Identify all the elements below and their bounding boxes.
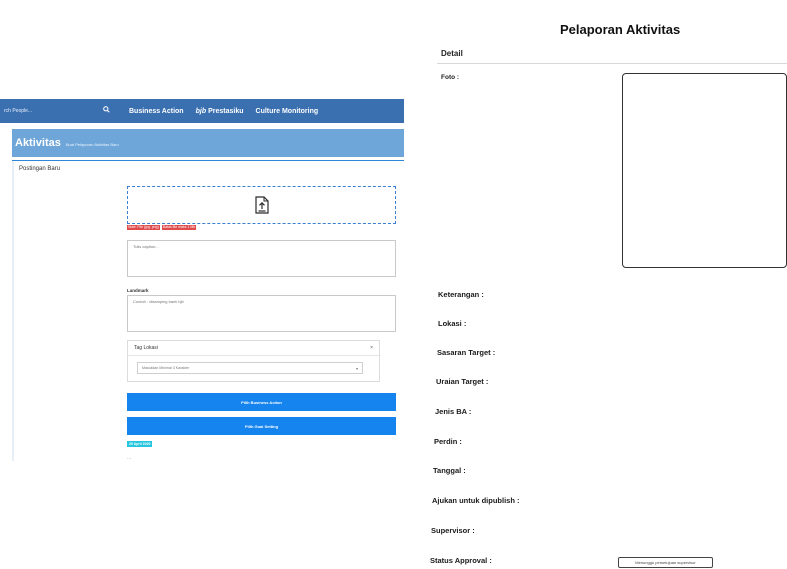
chevron-down-icon: ▾: [355, 365, 358, 371]
nav-business-action[interactable]: Business Action: [129, 108, 184, 115]
choose-business-action-button[interactable]: Pilih Business Action: [127, 393, 396, 411]
photo-preview: [622, 73, 787, 268]
top-navbar: Business Action bjbPrestasiku Culture Mo…: [0, 99, 404, 123]
choose-goal-setting-button[interactable]: Pilih Goal Setting: [127, 417, 396, 435]
landmark-field[interactable]: [127, 295, 396, 332]
file-warning: Note: File (jpg, png) Batas file maks 1 …: [127, 225, 197, 230]
field-lokasi: Lokasi :: [438, 319, 467, 328]
report-title: Pelaporan Aktivitas: [560, 22, 681, 37]
side-strip: [12, 161, 14, 461]
close-icon[interactable]: ×: [370, 345, 373, 351]
detail-label: Detail: [441, 48, 463, 58]
upload-file-icon: [254, 196, 269, 214]
detail-header: Detail: [437, 43, 787, 64]
landmark-input[interactable]: [133, 299, 390, 328]
field-uraian-target: Uraian Target :: [436, 377, 489, 386]
left-form-panel: Business Action bjbPrestasiku Culture Mo…: [0, 0, 412, 569]
field-keterangan: Keterangan :: [438, 290, 484, 299]
more-dots: ...: [127, 455, 132, 461]
nav-prestasiku-label: Prestasiku: [208, 107, 244, 115]
field-status-approval: Status Approval :: [430, 556, 492, 565]
date-badge: 20 April 2020: [127, 441, 153, 447]
status-badge-text: Menunggu persetujuan supervisor: [635, 560, 696, 565]
tag-location-title: Tag Lokasi: [134, 345, 158, 351]
page-title: Aktivitas: [15, 137, 61, 149]
photo-upload-dropzone[interactable]: [127, 186, 396, 224]
search-input[interactable]: [2, 107, 96, 115]
location-select-value: Masukkan Minimal 3 Karakter: [142, 366, 190, 370]
field-supervisor: Supervisor :: [431, 526, 475, 535]
page-header: Aktivitas Buat Pelaporan Aktivitas Baru: [12, 129, 404, 157]
caption-input[interactable]: [133, 244, 390, 273]
field-foto: Foto :: [441, 74, 460, 81]
caption-field[interactable]: [127, 240, 396, 277]
new-post-label: Postingan Baru: [19, 166, 61, 172]
field-perdin: Perdin :: [434, 437, 462, 446]
page-subtitle: Buat Pelaporan Aktivitas Baru: [65, 142, 119, 147]
landmark-label: Landmark: [127, 288, 149, 293]
status-badge: Menunggu persetujuan supervisor: [618, 557, 713, 568]
search-area: [0, 99, 115, 123]
nav-prestasiku[interactable]: bjb Prestasiku: [196, 108, 244, 115]
file-size-warning: Batas file maks 1 Mb: [161, 225, 197, 230]
field-ajukan-publish: Ajukan untuk dipublish :: [432, 496, 520, 505]
tag-location-header: Tag Lokasi ×: [128, 341, 379, 356]
location-select[interactable]: Masukkan Minimal 3 Karakter ▾: [137, 362, 363, 374]
tag-location-card: Tag Lokasi × Masukkan Minimal 3 Karakter…: [127, 340, 380, 382]
search-icon[interactable]: [103, 106, 110, 115]
file-type-warning: Note: File (jpg, png): [127, 225, 160, 230]
nav-culture-monitoring[interactable]: Culture Monitoring: [256, 108, 319, 115]
field-tanggal: Tanggal :: [433, 466, 466, 475]
field-sasaran-target: Sasaran Target :: [437, 348, 496, 357]
header-divider: [12, 160, 404, 161]
field-jenis-ba: Jenis BA :: [435, 407, 472, 416]
bjb-logo: bjb: [195, 107, 207, 115]
